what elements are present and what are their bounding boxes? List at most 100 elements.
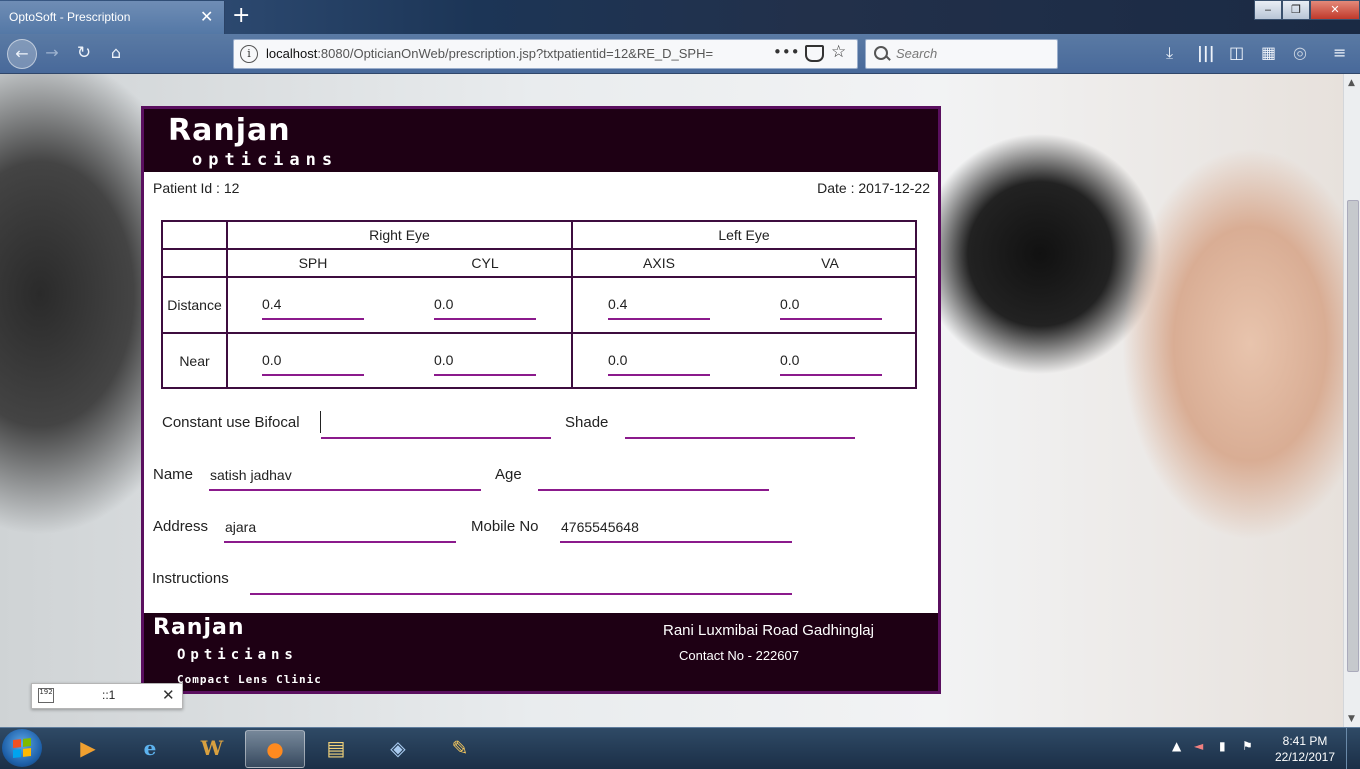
age-label: Age bbox=[495, 466, 522, 483]
prescription-card: Ranjan opticians Patient Id : 12 Date : … bbox=[141, 106, 941, 694]
popup-close-icon[interactable]: ✕ bbox=[162, 686, 175, 704]
pocket-icon[interactable] bbox=[805, 45, 824, 62]
near-cyl-input[interactable]: 0.0 bbox=[434, 352, 536, 376]
name-input[interactable]: satish jadhav bbox=[209, 465, 481, 491]
instructions-label: Instructions bbox=[152, 570, 229, 587]
windows-logo-icon bbox=[13, 738, 31, 758]
page-scrollbar[interactable]: ▲ ▼ bbox=[1343, 74, 1360, 727]
col-header-sph: SPH bbox=[298, 255, 328, 271]
scroll-up-icon[interactable]: ▲ bbox=[1348, 78, 1355, 88]
col-header-axis: AXIS bbox=[643, 255, 675, 271]
library-icon[interactable]: ||| bbox=[1197, 43, 1215, 62]
show-desktop-button[interactable] bbox=[1346, 728, 1360, 769]
bookmark-star-icon[interactable]: ☆ bbox=[831, 42, 846, 62]
url-text[interactable]: localhost:8080/OpticianOnWeb/prescriptio… bbox=[266, 46, 713, 61]
tab-title: OptoSoft - Prescription bbox=[9, 10, 131, 24]
home-button[interactable]: ⌂ bbox=[102, 39, 130, 67]
system-clock[interactable]: 8:41 PM 22/12/2017 bbox=[1272, 733, 1338, 765]
word-icon[interactable]: W bbox=[183, 730, 241, 766]
rx-row-divider bbox=[163, 276, 915, 278]
popup-text: ::1 bbox=[102, 688, 116, 702]
firefox-icon[interactable]: ● bbox=[245, 730, 305, 768]
site-info-icon[interactable]: i bbox=[240, 45, 258, 63]
near-axis-input[interactable]: 0.0 bbox=[608, 352, 710, 376]
prescription-date: Date : 2017-12-22 bbox=[817, 180, 930, 196]
card-footer: Ranjan Opticians Compact Lens Clinic Ran… bbox=[144, 613, 938, 691]
shade-input[interactable] bbox=[625, 413, 855, 439]
near-va-input[interactable]: 0.0 bbox=[780, 352, 882, 376]
card-header: Ranjan opticians bbox=[144, 109, 938, 172]
row-label-distance: Distance bbox=[167, 297, 222, 313]
virtualbox-icon[interactable]: ◈ bbox=[369, 730, 427, 766]
rx-col-divider bbox=[571, 222, 573, 387]
patient-id: Patient Id : 12 bbox=[153, 180, 240, 196]
rx-table: Right Eye Left Eye SPH CYL AXIS VA Dista… bbox=[161, 220, 917, 389]
col-header-va: VA bbox=[821, 255, 839, 271]
col-header-cyl: CYL bbox=[471, 255, 499, 271]
back-button[interactable]: ← bbox=[7, 39, 37, 69]
media-player-icon[interactable]: ▶ bbox=[59, 730, 117, 766]
clock-date: 22/12/2017 bbox=[1274, 750, 1336, 764]
left-eye-header: Left Eye bbox=[718, 227, 770, 243]
footer-tagline: Compact Lens Clinic bbox=[177, 673, 322, 686]
window-controls: ‒ ❐ ✕ bbox=[1254, 0, 1360, 20]
maximize-button[interactable]: ❐ bbox=[1282, 0, 1310, 20]
instructions-input[interactable] bbox=[250, 569, 792, 595]
new-tab-button[interactable]: + bbox=[232, 3, 250, 28]
file-explorer-icon[interactable]: ▤ bbox=[307, 730, 365, 766]
browser-titlebar: OptoSoft - Prescription ✕ + ‒ ❐ ✕ bbox=[0, 0, 1360, 34]
mobile-label: Mobile No bbox=[471, 518, 539, 535]
windows-taskbar: ▶ e W ● ▤ ◈ ✎ ▲ ◄ ▮ ⚑ 8:41 PM 22/12/2017 bbox=[0, 727, 1360, 769]
brand-title: Ranjan bbox=[168, 113, 291, 148]
minimize-button[interactable]: ‒ bbox=[1254, 0, 1282, 20]
search-icon bbox=[874, 46, 888, 60]
network-icon: 192 bbox=[38, 688, 54, 703]
footer-brand: Ranjan bbox=[153, 615, 245, 640]
scroll-thumb[interactable] bbox=[1347, 200, 1359, 672]
lightbulb-icon[interactable]: ◎ bbox=[1293, 43, 1307, 62]
distance-axis-input[interactable]: 0.4 bbox=[608, 296, 710, 320]
rx-row-divider bbox=[163, 248, 915, 250]
downloads-icon[interactable]: ⤓ bbox=[1166, 43, 1173, 63]
rx-row-divider bbox=[163, 332, 915, 334]
url-bar[interactable]: i localhost:8080/OpticianOnWeb/prescript… bbox=[233, 39, 858, 69]
page-actions-icon[interactable]: ••• bbox=[773, 43, 800, 61]
footer-subtitle: Opticians bbox=[177, 647, 298, 663]
network-tray-icon[interactable]: ▮ bbox=[1219, 739, 1226, 753]
volume-icon[interactable]: ◄ bbox=[1194, 739, 1203, 753]
paint-icon[interactable]: ✎ bbox=[431, 730, 489, 766]
mobile-input[interactable]: 4765545648 bbox=[560, 517, 792, 543]
distance-cyl-input[interactable]: 0.0 bbox=[434, 296, 536, 320]
brand-subtitle: opticians bbox=[192, 150, 339, 170]
ip-notification-popup[interactable]: 192 ::1 ✕ bbox=[31, 683, 183, 709]
bifocal-label: Constant use Bifocal bbox=[162, 414, 300, 431]
tab-close-icon[interactable]: ✕ bbox=[200, 7, 213, 26]
reload-button[interactable]: ↻ bbox=[70, 39, 98, 67]
near-sph-input[interactable]: 0.0 bbox=[262, 352, 364, 376]
browser-navbar: ← → ↻ ⌂ i localhost:8080/OpticianOnWeb/p… bbox=[0, 34, 1360, 74]
right-eye-header: Right Eye bbox=[369, 227, 430, 243]
address-input[interactable]: ajara bbox=[224, 517, 456, 543]
forward-button[interactable]: → bbox=[38, 39, 66, 67]
internet-explorer-icon[interactable]: e bbox=[121, 730, 179, 766]
age-input[interactable] bbox=[538, 465, 769, 491]
close-window-button[interactable]: ✕ bbox=[1310, 0, 1360, 20]
footer-contact: Contact No - 222607 bbox=[679, 648, 799, 663]
text-caret bbox=[320, 411, 321, 433]
action-center-icon[interactable]: ⚑ bbox=[1242, 739, 1253, 753]
extension-grid-icon[interactable]: ▦ bbox=[1261, 43, 1276, 62]
row-label-near: Near bbox=[179, 353, 210, 369]
sidebar-icon[interactable]: ◫ bbox=[1229, 43, 1244, 62]
distance-va-input[interactable]: 0.0 bbox=[780, 296, 882, 320]
browser-tab[interactable]: OptoSoft - Prescription ✕ bbox=[0, 1, 225, 34]
address-label: Address bbox=[153, 518, 209, 535]
search-bar[interactable]: Search bbox=[865, 39, 1058, 69]
scroll-down-icon[interactable]: ▼ bbox=[1348, 714, 1355, 724]
rx-col-divider bbox=[226, 222, 228, 387]
menu-icon[interactable]: ≡ bbox=[1333, 43, 1346, 62]
start-button[interactable] bbox=[2, 729, 42, 767]
search-placeholder: Search bbox=[896, 46, 938, 61]
distance-sph-input[interactable]: 0.4 bbox=[262, 296, 364, 320]
bifocal-input[interactable] bbox=[320, 411, 551, 439]
tray-expand-icon[interactable]: ▲ bbox=[1172, 739, 1181, 753]
